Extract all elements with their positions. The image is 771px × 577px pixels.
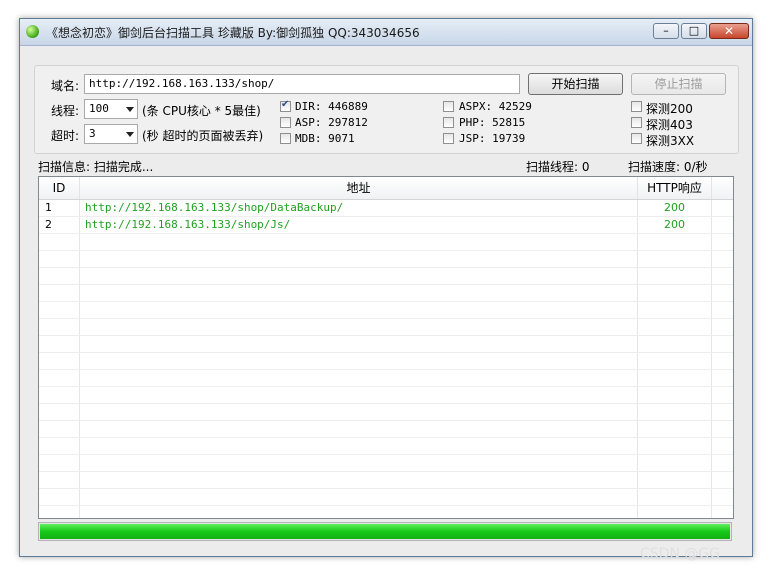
table-rows: 1 http://192.168.163.133/shop/DataBackup… [39, 200, 733, 506]
progress-fill [40, 524, 730, 539]
table-row [39, 421, 733, 438]
main-window: 《想念初恋》御剑后台扫描工具 珍藏版 By:御剑孤独 QQ:343034656 … [19, 18, 753, 557]
table-row [39, 251, 733, 268]
dict-asp-checkbox[interactable] [280, 117, 291, 128]
domain-input[interactable]: http://192.168.163.133/shop/ [84, 74, 520, 94]
dict-dir-checkbox[interactable] [280, 99, 291, 112]
settings-group: 域名: http://192.168.163.133/shop/ 开始扫描 停止… [34, 65, 739, 154]
minimize-button[interactable]: – [653, 23, 679, 39]
dict-dir-label: DIR: 446889 [295, 100, 368, 113]
dict-jsp-label: JSP: 19739 [459, 132, 526, 145]
table-row [39, 234, 733, 251]
dict-aspx-label: ASPX: 42529 [459, 100, 532, 113]
row-id: 1 [45, 201, 52, 214]
stop-scan-button[interactable]: 停止扫描 [631, 73, 726, 95]
chevron-down-icon [126, 107, 134, 112]
row-url: http://192.168.163.133/shop/Js/ [85, 218, 291, 231]
table-row [39, 404, 733, 421]
probe-3xx-label: 探测3XX [646, 134, 695, 148]
threads-dropdown[interactable]: 100 [84, 99, 138, 119]
table-row [39, 455, 733, 472]
close-button[interactable]: ✕ [709, 23, 749, 39]
dict-mdb-checkbox[interactable] [280, 133, 291, 144]
timeout-hint: (秒 超时的页面被丢弃) [142, 129, 264, 143]
table-row [39, 387, 733, 404]
row-url: http://192.168.163.133/shop/DataBackup/ [85, 201, 344, 214]
row-id: 2 [45, 218, 52, 231]
dict-jsp-checkbox[interactable] [443, 133, 454, 144]
watermark: CSDN @GG [640, 546, 721, 562]
chevron-down-icon [126, 132, 134, 137]
table-header: ID 地址 HTTP响应 [39, 177, 733, 200]
scan-speed: 扫描速度: 0/秒 [628, 160, 708, 174]
header-http[interactable]: HTTP响应 [638, 177, 712, 199]
table-row [39, 285, 733, 302]
dict-php-label: PHP: 52815 [459, 116, 526, 129]
window-title: 《想念初恋》御剑后台扫描工具 珍藏版 By:御剑孤独 QQ:343034656 [46, 26, 420, 40]
start-scan-button[interactable]: 开始扫描 [528, 73, 623, 95]
table-row[interactable]: 2 http://192.168.163.133/shop/Js/ 200 [39, 217, 733, 234]
dict-php-checkbox[interactable] [443, 117, 454, 128]
table-row [39, 336, 733, 353]
probe-403-checkbox[interactable] [631, 117, 642, 128]
dict-aspx-checkbox[interactable] [443, 101, 454, 112]
header-url[interactable]: 地址 [80, 177, 638, 199]
domain-label: 域名: [51, 79, 80, 93]
scan-progress-bar [38, 522, 732, 541]
threads-value: 100 [89, 102, 109, 115]
scan-threads: 扫描线程: 0 [526, 160, 590, 174]
header-id[interactable]: ID [39, 177, 80, 199]
app-icon [26, 25, 39, 38]
table-row [39, 370, 733, 387]
table-row [39, 302, 733, 319]
title-bar[interactable]: 《想念初恋》御剑后台扫描工具 珍藏版 By:御剑孤独 QQ:343034656 … [20, 19, 752, 46]
table-row [39, 353, 733, 370]
table-row[interactable]: 1 http://192.168.163.133/shop/DataBackup… [39, 200, 733, 217]
threads-hint: (条 CPU核心 * 5最佳) [142, 104, 261, 118]
row-http-code: 200 [664, 201, 685, 214]
probe-200-label: 探测200 [646, 102, 693, 116]
dict-mdb-label: MDB: 9071 [295, 132, 355, 145]
dict-asp-label: ASP: 297812 [295, 116, 368, 129]
scan-info: 扫描信息: 扫描完成... [38, 160, 154, 174]
table-row [39, 319, 733, 336]
timeout-value: 3 [89, 127, 96, 140]
results-table[interactable]: ID 地址 HTTP响应 1 http://192.168.163.133/sh… [38, 176, 734, 519]
maximize-button[interactable]: □ [681, 23, 707, 39]
threads-label: 线程: [51, 104, 80, 118]
row-http-code: 200 [664, 218, 685, 231]
close-icon: ✕ [723, 24, 735, 38]
timeout-label: 超时: [51, 129, 80, 143]
minimize-icon: – [663, 24, 669, 37]
table-row [39, 472, 733, 489]
table-row [39, 438, 733, 455]
probe-3xx-checkbox[interactable] [631, 133, 642, 144]
domain-value: http://192.168.163.133/shop/ [89, 77, 275, 90]
maximize-icon: □ [688, 24, 700, 37]
table-row [39, 268, 733, 285]
probe-403-label: 探测403 [646, 118, 693, 132]
table-row [39, 489, 733, 506]
timeout-dropdown[interactable]: 3 [84, 124, 138, 144]
probe-200-checkbox[interactable] [631, 101, 642, 112]
